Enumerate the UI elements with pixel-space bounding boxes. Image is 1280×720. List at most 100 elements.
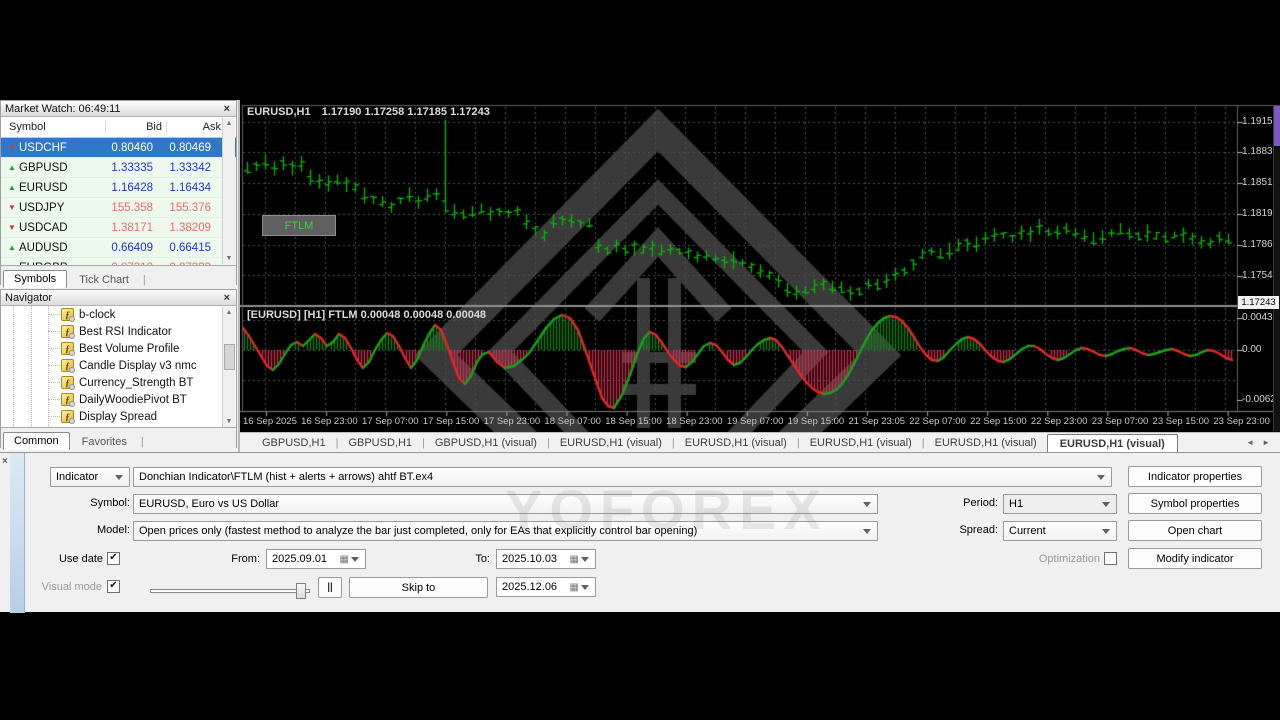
scroll-down-icon[interactable]: ▼ [226, 255, 233, 262]
tab-tick-chart[interactable]: Tick Chart [69, 272, 139, 288]
indicator-item[interactable]: ƒ Best RSI Indicator [48, 323, 236, 340]
price-down-icon: ▼ [8, 223, 16, 232]
spread-select[interactable]: Current [1003, 521, 1117, 541]
slider-thumb[interactable] [296, 583, 306, 599]
chart-tab[interactable]: GBPUSD,H1 (visual) [425, 433, 547, 452]
time-axis-label: 17 Sep 07:00 [361, 416, 419, 427]
indicator-item[interactable]: ƒ [61, 425, 236, 427]
indicator-item[interactable]: ƒ Candle Display v3 nmc [48, 357, 236, 374]
chart-tab[interactable]: GBPUSD,H1 [252, 433, 336, 452]
ftlm-object-label[interactable]: FTLM [262, 215, 336, 236]
scroll-up-icon[interactable]: ▲ [226, 120, 233, 127]
chart-tab[interactable]: EURUSD,H1 (visual) [1046, 433, 1178, 453]
skip-to-date-field[interactable]: 2025.12.06 ▦ [496, 577, 596, 597]
chart-tab[interactable]: EURUSD,H1 (visual) [925, 433, 1047, 452]
market-watch-row[interactable]: ▲ GBPUSD 1.33335 1.33342 [1, 158, 236, 178]
chart-tab-items: GBPUSD,H1 | GBPUSD,H1 | GBPUSD,H1 (visual) | E… [240, 433, 1178, 453]
market-watch-tabs: Symbols Tick Chart | [1, 265, 236, 288]
scrollbar-thumb[interactable] [1274, 106, 1280, 146]
use-date-checkbox[interactable]: ✔ [107, 552, 120, 565]
open-chart-button[interactable]: Open chart [1128, 520, 1262, 541]
chart-tab[interactable]: EURUSD,H1 (visual) [800, 433, 922, 452]
navigator-scrollbar[interactable]: ▲ ▼ [222, 307, 235, 427]
symbol-name: GBPUSD [19, 161, 68, 174]
market-watch-scrollbar[interactable]: ▲ ▼ [222, 118, 235, 264]
market-watch-row[interactable]: ▼ USDCHF 0.80460 0.80469 [1, 138, 236, 158]
time-axis-label: 23 Sep 23:00 [1213, 416, 1270, 427]
ask-value: 1.38209 [169, 221, 211, 234]
time-axis-label: 21 Sep 23:05 [848, 416, 906, 427]
chart-tab[interactable]: EURUSD,H1 (visual) [675, 433, 797, 452]
chevron-down-icon [863, 501, 871, 507]
tab-favorites[interactable]: Favorites [72, 434, 137, 450]
column-ask[interactable]: Ask [167, 121, 225, 133]
market-watch-titlebar: Market Watch: 06:49:11 × [1, 101, 236, 117]
close-icon[interactable]: × [222, 103, 232, 114]
chart-header: EURUSD,H1 1.17190 1.17258 1.17185 1.1724… [247, 106, 490, 118]
skip-date-value: 2025.12.06 [502, 581, 558, 593]
price-up-icon: ▲ [8, 243, 16, 252]
scroll-down-icon[interactable]: ▼ [226, 418, 233, 425]
indicator-item[interactable]: ƒ Best Volume Profile [48, 340, 236, 357]
pause-button[interactable]: || [318, 577, 342, 598]
indicator-item[interactable]: ƒ b-clock [48, 306, 236, 323]
from-date-field[interactable]: 2025.09.01 ▦ [266, 549, 366, 569]
market-watch-row[interactable]: ▲ AUDUSD 0.66409 0.66415 [1, 238, 236, 258]
slider-track[interactable] [150, 589, 310, 593]
market-watch-row[interactable]: ▼EURGBP0.873180.87333 [1, 258, 236, 265]
close-icon[interactable]: × [222, 292, 232, 303]
period-select[interactable]: H1 [1003, 494, 1117, 514]
scrollbar-thumb[interactable] [223, 344, 235, 370]
time-axis-label: 18 Sep 23:00 [666, 416, 723, 427]
indicator-item[interactable]: ƒ DailyWoodiePivot BT [48, 391, 236, 408]
chart-vertical-scrollbar[interactable] [1273, 106, 1280, 431]
skip-to-button[interactable]: Skip to [349, 577, 488, 598]
time-axis-label: 18 Sep 15:00 [605, 416, 662, 427]
indicator-item[interactable]: ƒ Currency_Strength BT [48, 374, 236, 391]
time-axis-label: 18 Sep 07:00 [544, 416, 601, 427]
indicator-properties-button[interactable]: Indicator properties [1128, 466, 1262, 487]
indicator-item-label: Best RSI Indicator [79, 325, 172, 338]
tab-symbols[interactable]: Symbols [3, 270, 68, 288]
visual-mode-checkbox[interactable]: ✔ [107, 580, 120, 593]
tab-scroll-arrows: ◄ ► [1246, 438, 1280, 447]
chart-canvas[interactable] [240, 100, 1280, 432]
tab-scroll-left-icon[interactable]: ◄ [1246, 438, 1254, 447]
bid-value: 1.33335 [111, 161, 153, 174]
mt4-window: EURUSD,H1 1.17190 1.17258 1.17185 1.1724… [0, 0, 1280, 720]
indicator-subwindow-header: [EURUSD] [H1] FTLM 0.00048 0.00048 0.000… [247, 309, 487, 321]
time-axis-label: 22 Sep 15:00 [970, 416, 1027, 427]
modify-indicator-button[interactable]: Modify indicator [1128, 548, 1262, 569]
bid-value: 0.87318 [97, 262, 157, 266]
market-watch-row[interactable]: ▼ USDJPY 155.358 155.376 [1, 198, 236, 218]
to-date-field[interactable]: 2025.10.03 ▦ [496, 549, 596, 569]
navigator-title: Navigator [5, 291, 53, 304]
chevron-down-icon [581, 584, 589, 590]
time-axis-label: 22 Sep 07:00 [909, 416, 966, 427]
tester-type-select[interactable]: Indicator [50, 467, 130, 487]
indicator-item-label: b-clock [79, 308, 116, 321]
visual-speed-slider[interactable] [150, 583, 310, 599]
indicator-item-label: DailyWoodiePivot BT [79, 393, 187, 406]
tab-scroll-right-icon[interactable]: ► [1262, 438, 1270, 447]
symbol-properties-button[interactable]: Symbol properties [1128, 493, 1262, 514]
market-watch-row[interactable]: ▼ USDCAD 1.38171 1.38209 [1, 218, 236, 238]
time-axis-label: 16 Sep 23:00 [301, 416, 358, 427]
optimization-checkbox[interactable] [1104, 552, 1117, 565]
tab-common[interactable]: Common [3, 432, 70, 450]
indicator-item[interactable]: ƒ Display Spread [48, 408, 236, 425]
column-bid[interactable]: Bid [106, 121, 167, 133]
chevron-down-icon [1102, 501, 1110, 507]
column-symbol[interactable]: Symbol [1, 121, 106, 133]
chart-tab[interactable]: EURUSD,H1 (visual) [550, 433, 672, 452]
close-icon[interactable]: × [2, 456, 8, 467]
time-axis-label: 19 Sep 07:00 [726, 416, 784, 427]
symbol-name: USDCHF [19, 141, 67, 154]
navigator-panel: Navigator × ƒ b-clock ƒ Best RSI Indicator ƒ… [0, 289, 237, 450]
indicator-item-label: Best Volume Profile [79, 342, 180, 355]
bid-value: 1.16428 [111, 181, 153, 194]
ask-value: 1.16434 [169, 181, 211, 194]
scroll-up-icon[interactable]: ▲ [226, 309, 233, 316]
market-watch-row[interactable]: ▲ EURUSD 1.16428 1.16434 [1, 178, 236, 198]
chart-tab[interactable]: GBPUSD,H1 [338, 433, 422, 452]
